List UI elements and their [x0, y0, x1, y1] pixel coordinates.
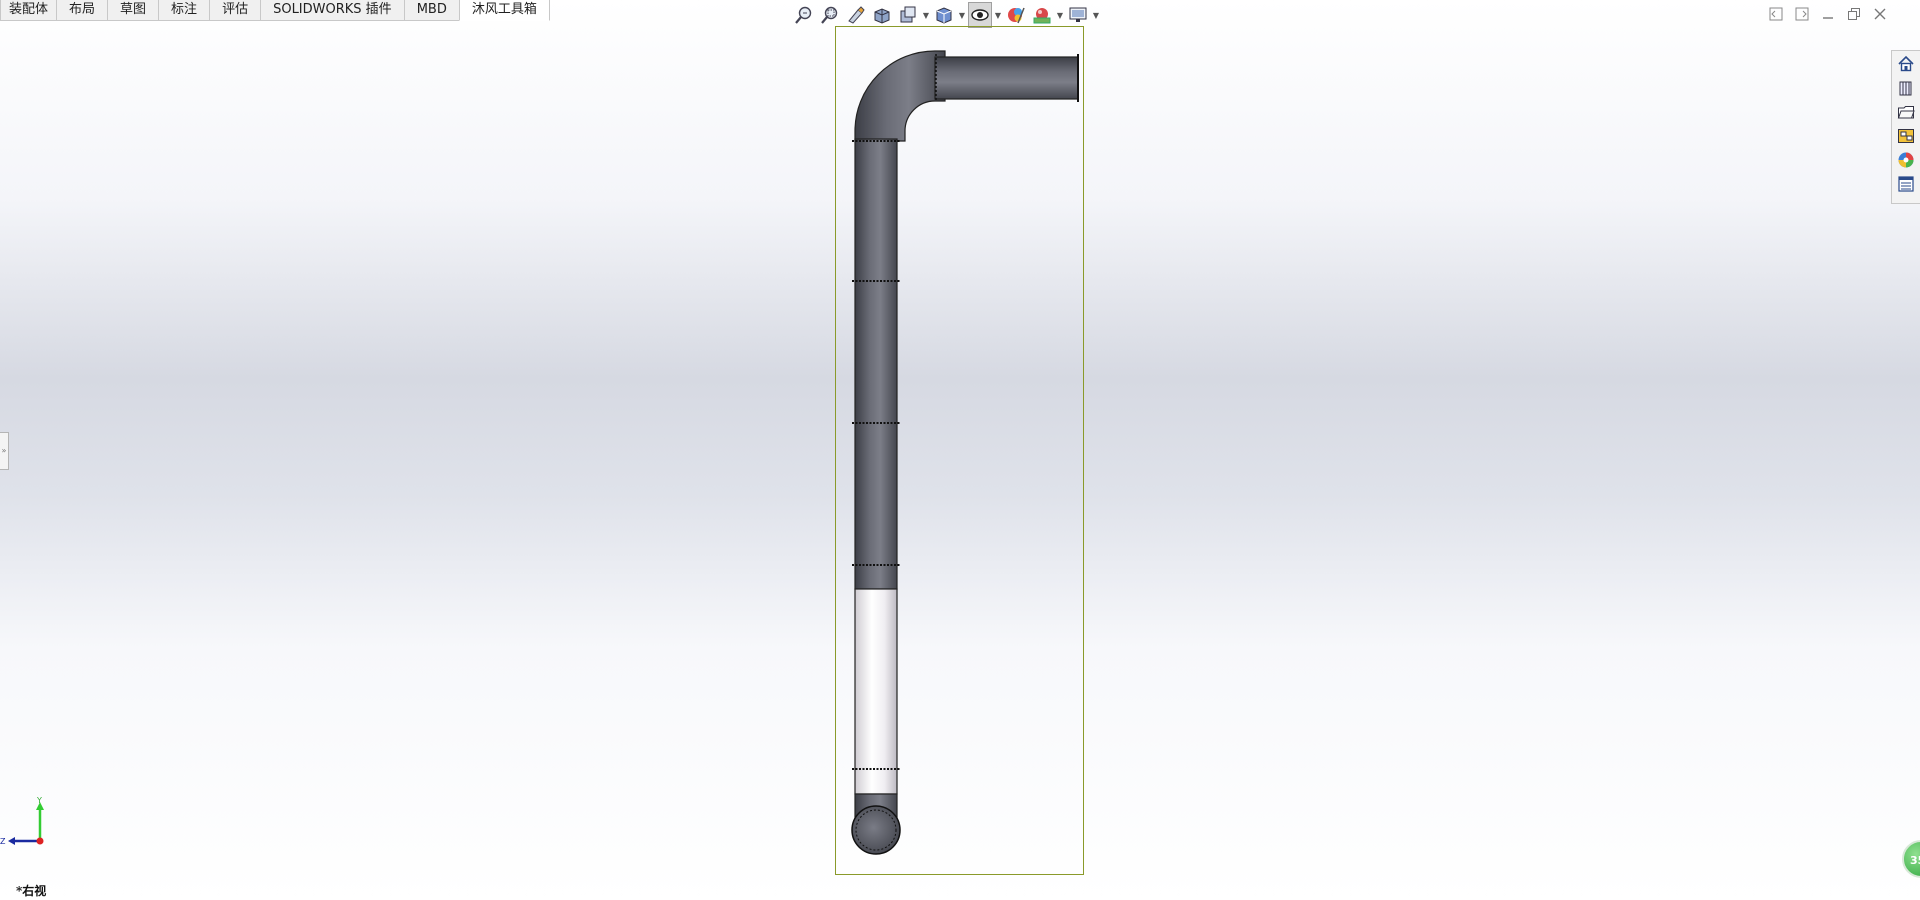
- tab-assembly[interactable]: 装配体: [0, 0, 58, 21]
- triad-y-label: Y: [36, 796, 42, 805]
- tab-mbd[interactable]: MBD: [403, 0, 460, 21]
- view-palette-icon[interactable]: [1894, 125, 1918, 147]
- hide-show-items-icon[interactable]: [968, 2, 992, 28]
- minimize-icon[interactable]: [1820, 6, 1836, 22]
- tab-solidworks-addins[interactable]: SOLIDWORKS 插件: [260, 0, 405, 21]
- home-icon[interactable]: [1894, 53, 1918, 75]
- tile-left-icon[interactable]: [1768, 6, 1784, 22]
- tab-markup[interactable]: 标注: [158, 0, 211, 21]
- pipe-model: [851, 50, 1079, 855]
- design-library-icon[interactable]: [1894, 77, 1918, 99]
- zoom-to-fit-icon[interactable]: [792, 2, 816, 28]
- restore-icon[interactable]: [1846, 6, 1862, 22]
- triad-z-label: Z: [0, 837, 6, 846]
- edit-appearance-icon[interactable]: [1004, 2, 1028, 28]
- view-orientation-label: *右视: [16, 884, 47, 898]
- window-controls: [1768, 6, 1888, 22]
- tile-right-icon[interactable]: [1794, 6, 1810, 22]
- file-explorer-icon[interactable]: [1894, 101, 1918, 123]
- chevron-down-icon[interactable]: ▼: [1056, 2, 1064, 28]
- reference-triad: Y Z: [0, 796, 44, 846]
- appearances-icon[interactable]: [1894, 149, 1918, 171]
- tab-mufeng-toolbox[interactable]: 沐风工具箱: [458, 0, 550, 21]
- custom-properties-icon[interactable]: [1894, 173, 1918, 195]
- section-view-icon[interactable]: [870, 2, 894, 28]
- previous-view-icon[interactable]: [844, 2, 868, 28]
- close-icon[interactable]: [1872, 6, 1888, 22]
- zoom-to-area-icon[interactable]: [818, 2, 842, 28]
- notification-badge[interactable]: 35: [1902, 840, 1920, 878]
- chevron-down-icon[interactable]: ▼: [994, 2, 1002, 28]
- tab-sketch[interactable]: 草图: [107, 0, 160, 21]
- heads-up-view-toolbar: ▼ ▼ ▼ ▼ ▼: [792, 2, 1100, 28]
- chevron-down-icon[interactable]: ▼: [958, 2, 966, 28]
- feature-manager-expand-handle[interactable]: »: [0, 432, 9, 470]
- command-manager-tabs: 装配体 布局 草图 标注 评估 SOLIDWORKS 插件 MBD 沐风工具箱: [0, 0, 550, 22]
- dynamic-annotation-views-icon[interactable]: [896, 2, 920, 28]
- tab-layout[interactable]: 布局: [56, 0, 109, 21]
- tab-evaluate[interactable]: 评估: [209, 0, 262, 21]
- view-settings-icon[interactable]: [1066, 2, 1090, 28]
- view-orientation-icon[interactable]: [932, 2, 956, 28]
- task-pane: [1891, 50, 1920, 204]
- chevron-down-icon[interactable]: ▼: [922, 2, 930, 28]
- apply-scene-icon[interactable]: [1030, 2, 1054, 28]
- chevron-down-icon[interactable]: ▼: [1092, 2, 1100, 28]
